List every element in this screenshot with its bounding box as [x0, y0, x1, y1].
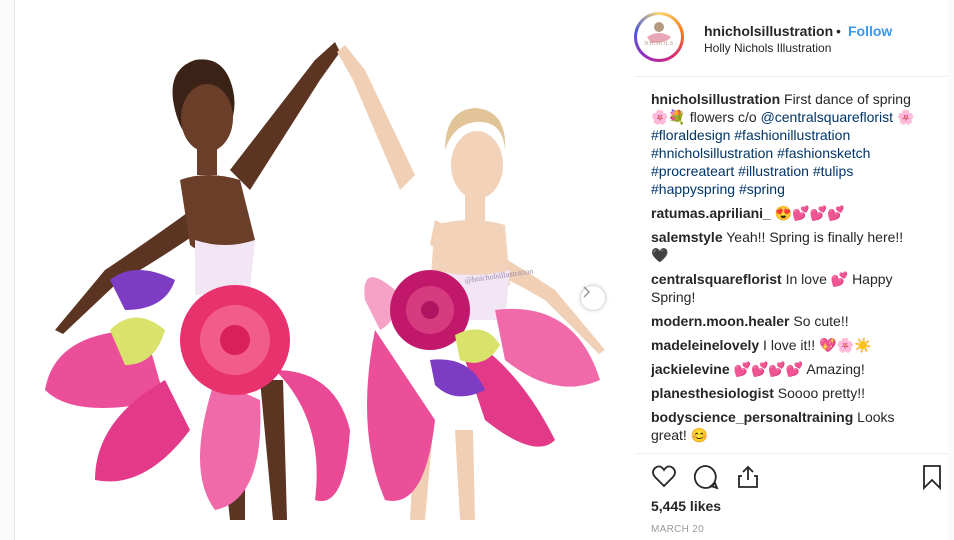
comment-text: I love it!! 💖🌸☀️ [759, 337, 872, 353]
comment-text: So cute!! [789, 313, 849, 329]
left-dancer [55, 42, 340, 520]
comment-username[interactable]: jackielevine [651, 361, 730, 377]
action-bar [651, 464, 951, 491]
avatar-illustration-icon [647, 22, 671, 43]
likes-count[interactable]: 5,445 likes [651, 498, 721, 514]
comment: madeleinelovely I love it!! 💖🌸☀️ [651, 336, 917, 354]
divider [635, 453, 954, 454]
post-header: NICHOLS hnicholsillustration • Follow Ho… [621, 0, 949, 76]
page-edge [948, 0, 954, 540]
comment: centralsquareflorist In love 💕 Happy Spr… [651, 270, 917, 306]
comment-username[interactable]: madeleinelovely [651, 337, 759, 353]
avatar-brand: NICHOLS [644, 41, 674, 47]
follow-button[interactable]: Follow [848, 23, 892, 39]
comment-text: 💕💕💕💕 Amazing! [729, 361, 865, 377]
comment: jackielevine 💕💕💕💕 Amazing! [651, 360, 917, 378]
post-sidebar: NICHOLS hnicholsillustration • Follow Ho… [621, 0, 954, 540]
comment: modern.moon.healer So cute!! [651, 312, 917, 330]
comment-text: 😍💕💕💕 [770, 205, 845, 221]
caption: hnicholsillustration First dance of spri… [651, 90, 917, 198]
comment-icon [693, 465, 719, 490]
comment: ratumas.apriliani_ 😍💕💕💕 [651, 204, 917, 222]
caption-username[interactable]: hnicholsillustration [651, 91, 780, 107]
comment-button[interactable] [693, 464, 719, 490]
mention-link[interactable]: @centralsquareflorist [761, 109, 894, 125]
share-icon [738, 465, 758, 488]
full-name: Holly Nichols Illustration [704, 41, 832, 55]
like-button[interactable] [651, 464, 677, 490]
heart-icon [652, 465, 676, 488]
comment: salemstyle Yeah!! Spring is finally here… [651, 228, 917, 264]
share-button[interactable] [735, 464, 761, 490]
post-card: @hnicholsillustration NICHOLS hnicholsil… [14, 0, 954, 540]
comments-list[interactable]: hnicholsillustration First dance of spri… [651, 90, 917, 452]
next-image-button[interactable] [580, 285, 606, 311]
chevron-right-icon [583, 286, 591, 298]
comment: bodyscience_personaltraining Looks great… [651, 408, 917, 444]
comment-username[interactable]: modern.moon.healer [651, 313, 789, 329]
separator-dot: • [836, 23, 841, 39]
comment-username[interactable]: ratumas.apriliani_ [651, 205, 771, 221]
hashtags-link[interactable]: #floraldesign #fashionillustration #hnic… [651, 127, 870, 197]
caption-text: 🌸 [893, 109, 915, 125]
bookmark-icon [923, 465, 941, 491]
comment-text: Soooo pretty!! [773, 385, 865, 401]
save-button[interactable] [919, 464, 945, 491]
comment: planesthesiologist Soooo pretty!! [651, 384, 917, 402]
username-link[interactable]: hnicholsillustration [704, 23, 833, 39]
illustration-two-ballerinas: @hnicholsillustration [45, 42, 605, 520]
post-image[interactable]: @hnicholsillustration [15, 0, 615, 540]
comment-username[interactable]: salemstyle [651, 229, 723, 245]
comment-username[interactable]: centralsquareflorist [651, 271, 782, 287]
comment-username[interactable]: bodyscience_personaltraining [651, 409, 853, 425]
post-date[interactable]: MARCH 20 [651, 524, 704, 535]
avatar[interactable]: NICHOLS [634, 12, 684, 62]
comment-username[interactable]: planesthesiologist [651, 385, 774, 401]
divider [635, 76, 954, 77]
